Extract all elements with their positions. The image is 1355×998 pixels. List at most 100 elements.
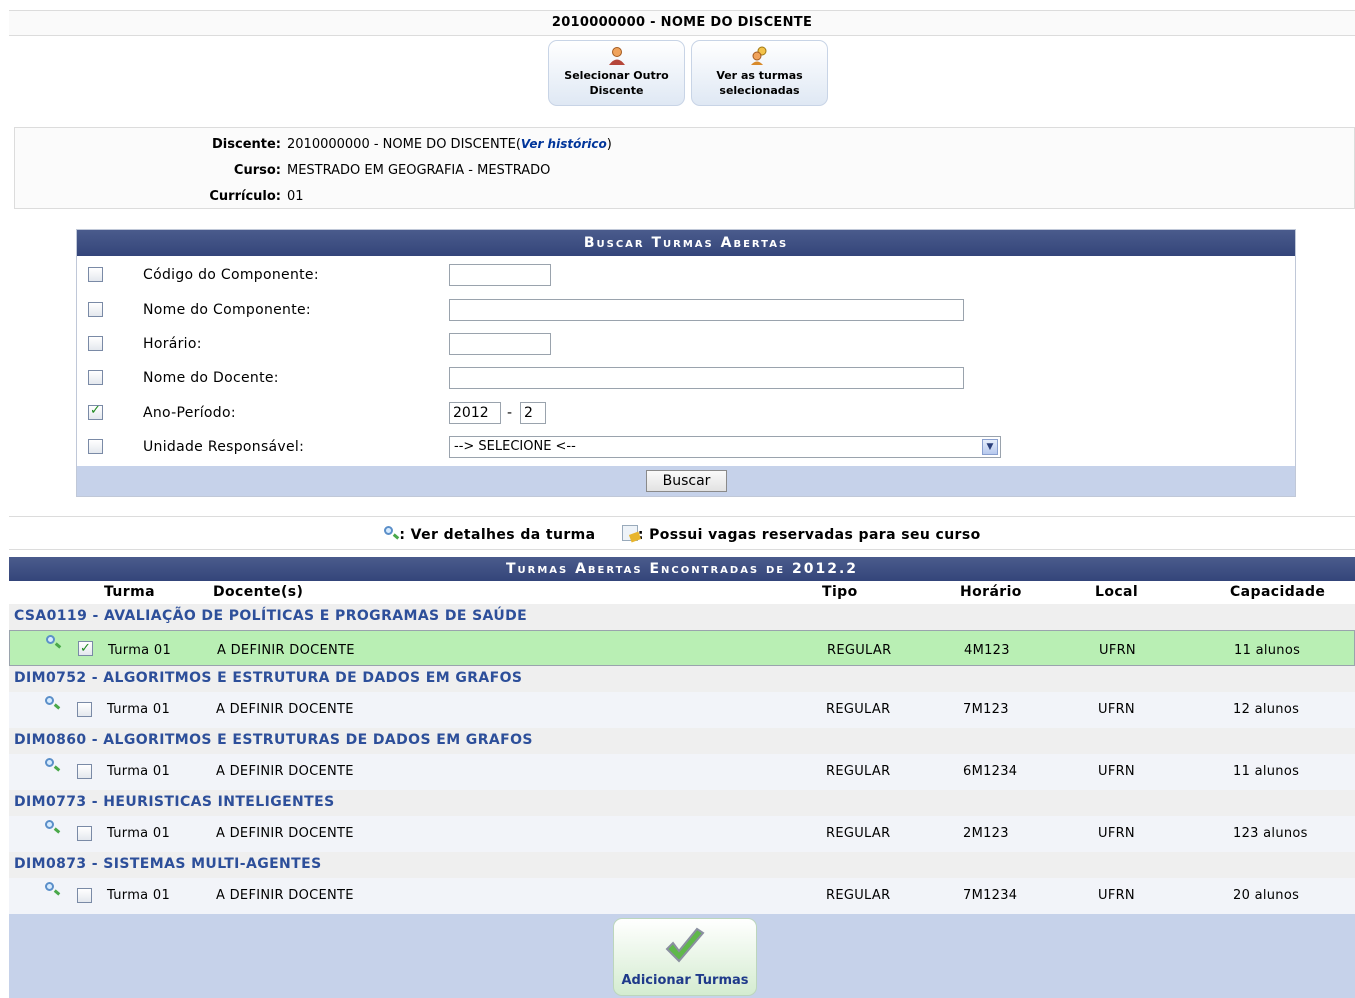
- year-period-separator: -: [507, 405, 513, 421]
- cell-tipo: REGULAR: [826, 888, 891, 903]
- cell-local: UFRN: [1098, 826, 1135, 841]
- course-label: Curso:: [233, 163, 281, 178]
- curriculum-row: Currículo: 01: [15, 189, 615, 204]
- reserved-seats-icon: [621, 525, 638, 541]
- cell-tipo: REGULAR: [826, 702, 891, 717]
- add-classes-button[interactable]: Adicionar Turmas: [613, 918, 757, 996]
- cell-turma: Turma 01: [107, 888, 171, 903]
- filter-year-period-checkbox[interactable]: [88, 403, 103, 420]
- view-details-icon: [383, 526, 399, 540]
- component-group-header: DIM0873 - SISTEMAS MULTI-AGENTES: [9, 852, 1355, 878]
- teacher-name-input[interactable]: [449, 367, 964, 389]
- student-row: Discente: 2010000000 - NOME DO DISCENTE(V…: [15, 137, 615, 152]
- legend: : Ver detalhes da turma : Possui vagas r…: [9, 516, 1355, 550]
- filter-schedule-checkbox[interactable]: [88, 336, 103, 351]
- component-group-header: DIM0752 - ALGORITMOS E ESTRUTURA DE DADO…: [9, 666, 1355, 692]
- person-icon: [608, 47, 625, 65]
- unit-select-value: --> SELECIONE <--: [454, 439, 576, 454]
- cell-docente: A DEFINIR DOCENTE: [216, 888, 354, 903]
- filter-year-period-label: Ano-Período:: [143, 405, 236, 421]
- filter-teacher-checkbox[interactable]: [88, 370, 103, 385]
- table-row[interactable]: Turma 01 A DEFINIR DOCENTE REGULAR 4M123…: [9, 630, 1355, 666]
- component-name-input[interactable]: [449, 299, 964, 321]
- col-header-local: Local: [1095, 584, 1139, 600]
- component-name: DIM0773 - HEURISTICAS INTELIGENTES: [14, 794, 335, 810]
- col-header-horario: Horário: [960, 584, 1022, 600]
- student-value: 2010000000 - NOME DO DISCENTE(: [287, 137, 521, 152]
- filter-schedule-label: Horário:: [143, 336, 202, 352]
- results-table: Turmas Abertas Encontradas de 2012.2 Tur…: [9, 557, 1355, 998]
- table-row[interactable]: Turma 01 A DEFINIR DOCENTE REGULAR 7M123…: [9, 878, 1355, 914]
- filter-row-teacher: Nome do Docente:: [77, 361, 1295, 395]
- component-group-header: CSA0119 - AVALIAÇÃO DE POLÍTICAS E PROGR…: [9, 604, 1355, 630]
- view-details-icon[interactable]: [44, 696, 60, 710]
- history-close-paren: ): [606, 137, 612, 152]
- component-name: DIM0860 - ALGORITMOS E ESTRUTURAS DE DAD…: [14, 732, 533, 748]
- checkmark-icon: [665, 927, 705, 963]
- cell-capacidade: 20 alunos: [1233, 888, 1300, 903]
- filter-row-component-name: Nome do Componente:: [77, 293, 1295, 327]
- cell-docente: A DEFINIR DOCENTE: [217, 643, 355, 658]
- legend-reserved-text: : Possui vagas reservadas para seu curso: [637, 527, 981, 543]
- filter-row-schedule: Horário:: [77, 327, 1295, 361]
- view-details-icon[interactable]: [45, 635, 61, 649]
- component-group-header: DIM0860 - ALGORITMOS E ESTRUTURAS DE DAD…: [9, 728, 1355, 754]
- class-select-checkbox[interactable]: [77, 764, 92, 779]
- curriculum-value: 01: [287, 189, 304, 204]
- cell-capacidade: 12 alunos: [1233, 702, 1300, 717]
- view-selected-label-1: Ver as turmas: [716, 69, 803, 82]
- curriculum-label: Currículo:: [209, 189, 281, 204]
- table-row[interactable]: Turma 01 A DEFINIR DOCENTE REGULAR 6M123…: [9, 754, 1355, 790]
- cell-horario: 2M123: [963, 826, 1009, 841]
- view-selected-classes-button[interactable]: Ver as turmas selecionadas: [691, 40, 828, 106]
- search-form-footer: Buscar: [77, 466, 1295, 496]
- search-open-classes-form: Buscar Turmas Abertas Código do Componen…: [76, 229, 1296, 497]
- year-input[interactable]: 2012: [449, 402, 501, 424]
- cell-turma: Turma 01: [107, 764, 171, 779]
- search-form-title: Buscar Turmas Abertas: [77, 230, 1295, 256]
- col-header-turma: Turma: [104, 584, 155, 600]
- filter-component-name-checkbox[interactable]: [88, 302, 103, 317]
- class-select-checkbox[interactable]: [77, 702, 92, 717]
- col-header-docentes: Docente(s): [213, 584, 304, 600]
- class-select-checkbox[interactable]: [77, 888, 92, 903]
- col-header-tipo: Tipo: [822, 584, 858, 600]
- filter-row-component-code: Código do Componente:: [77, 258, 1295, 292]
- cell-horario: 7M1234: [963, 888, 1018, 903]
- view-details-icon[interactable]: [44, 882, 60, 896]
- class-select-checkbox[interactable]: [78, 639, 93, 659]
- cell-capacidade: 11 alunos: [1233, 764, 1300, 779]
- schedule-input[interactable]: [449, 333, 551, 355]
- page-title: 2010000000 - NOME DO DISCENTE: [9, 10, 1355, 36]
- cell-local: UFRN: [1099, 643, 1136, 658]
- filter-row-unit: Unidade Responsável: --> SELECIONE <-- ▼: [77, 430, 1295, 464]
- search-button[interactable]: Buscar: [646, 470, 727, 492]
- col-header-capacidade: Capacidade: [1230, 584, 1326, 600]
- filter-component-code-label: Código do Componente:: [143, 267, 319, 283]
- filter-unit-checkbox[interactable]: [88, 439, 103, 454]
- chevron-down-icon[interactable]: ▼: [982, 439, 998, 455]
- filter-unit-label: Unidade Responsável:: [143, 439, 305, 455]
- select-other-student-button[interactable]: Selecionar Outro Discente: [548, 40, 685, 106]
- cell-local: UFRN: [1098, 888, 1135, 903]
- legend-details-text: : Ver detalhes da turma: [399, 527, 596, 543]
- period-input[interactable]: 2: [520, 402, 546, 424]
- component-code-input[interactable]: [449, 264, 551, 286]
- table-row[interactable]: Turma 01 A DEFINIR DOCENTE REGULAR 2M123…: [9, 816, 1355, 852]
- cell-horario: 4M123: [964, 643, 1010, 658]
- cell-turma: Turma 01: [107, 702, 171, 717]
- table-row[interactable]: Turma 01 A DEFINIR DOCENTE REGULAR 7M123…: [9, 692, 1355, 728]
- component-group-header: DIM0773 - HEURISTICAS INTELIGENTES: [9, 790, 1355, 816]
- cell-docente: A DEFINIR DOCENTE: [216, 764, 354, 779]
- view-details-icon[interactable]: [44, 820, 60, 834]
- select-other-label-2: Discente: [589, 84, 644, 97]
- unit-select[interactable]: --> SELECIONE <-- ▼: [449, 436, 1001, 458]
- group-icon: [750, 46, 766, 65]
- cell-docente: A DEFINIR DOCENTE: [216, 826, 354, 841]
- add-classes-label: Adicionar Turmas: [621, 973, 749, 988]
- cell-turma: Turma 01: [108, 643, 172, 658]
- class-select-checkbox[interactable]: [77, 826, 92, 841]
- view-details-icon[interactable]: [44, 758, 60, 772]
- view-history-link[interactable]: Ver histórico: [521, 137, 607, 151]
- filter-component-code-checkbox[interactable]: [88, 267, 103, 282]
